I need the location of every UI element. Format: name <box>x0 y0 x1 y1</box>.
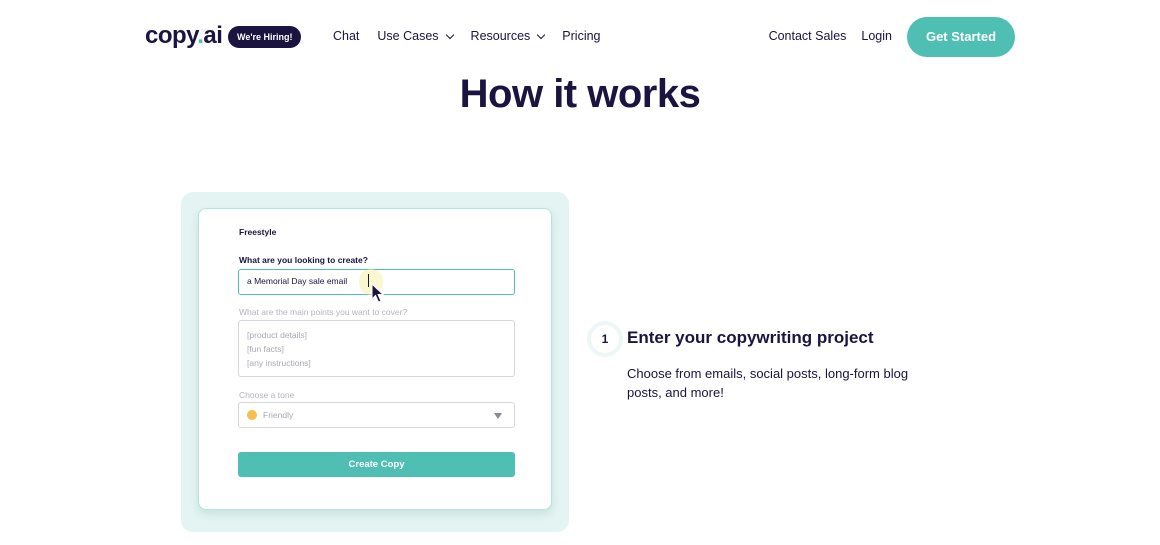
top-navigation: copy.ai We're Hiring! Chat Use Cases Res… <box>0 0 1160 72</box>
step-description: Choose from emails, social posts, long-f… <box>627 366 909 400</box>
nav-right: Contact Sales Login <box>769 29 892 43</box>
contact-sales-link[interactable]: Contact Sales <box>769 29 847 43</box>
placeholder-line: [fun facts] <box>247 344 284 354</box>
page-title: How it works <box>459 72 701 116</box>
smile-emoji-icon <box>247 410 257 420</box>
nav-pricing-label: Pricing <box>562 29 601 43</box>
form-title: Freestyle <box>239 227 277 237</box>
nav-pricing[interactable]: Pricing <box>562 29 600 43</box>
nav-use-cases-label: Use Cases <box>377 29 439 43</box>
placeholder-line: [any instructions] <box>247 358 311 368</box>
main-points-textarea[interactable]: [product details] [fun facts] [any instr… <box>238 320 515 377</box>
login-link[interactable]: Login <box>861 29 892 43</box>
nav-resources[interactable]: Resources <box>470 29 546 43</box>
nav-use-cases[interactable]: Use Cases <box>377 29 454 43</box>
nav-resources-label: Resources <box>470 29 531 43</box>
dropdown-arrow-icon <box>494 413 502 419</box>
step-title: Enter your copywriting project <box>627 328 874 347</box>
step-number-badge: 1 <box>591 325 619 353</box>
text-caret <box>368 274 369 287</box>
tone-value: Friendly <box>263 410 294 420</box>
mouse-pointer-icon <box>371 283 385 303</box>
chevron-down-icon <box>445 30 454 39</box>
create-question-label: What are you looking to create? <box>239 255 368 265</box>
main-points-label: What are the main points you want to cov… <box>239 307 408 317</box>
hiring-badge[interactable]: We're Hiring! <box>228 26 302 48</box>
copyai-logo[interactable]: copy.ai <box>145 22 223 50</box>
nav-chat-label: Chat <box>333 29 360 43</box>
tone-select[interactable]: Friendly <box>238 402 515 428</box>
logo-suffix: ai <box>203 22 223 49</box>
placeholder-line: [product details] <box>247 330 308 340</box>
demo-form-card: Freestyle What are you looking to create… <box>198 208 552 510</box>
create-copy-button[interactable]: Create Copy <box>238 452 515 477</box>
logo-text: copy <box>145 22 198 49</box>
chevron-down-icon <box>537 30 546 39</box>
get-started-button[interactable]: Get Started <box>907 17 1015 57</box>
tone-label: Choose a tone <box>239 390 295 400</box>
nav-chat[interactable]: Chat <box>333 29 359 43</box>
nav-links: Chat Use Cases Resources Pricing <box>333 29 619 43</box>
